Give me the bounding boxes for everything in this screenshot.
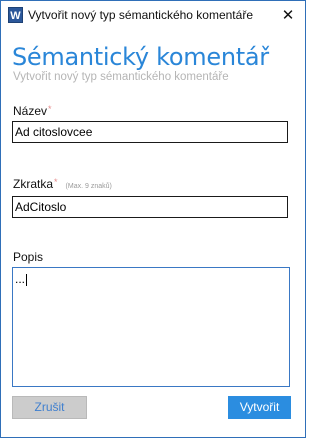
create-button[interactable]: Vytvořit: [228, 396, 291, 419]
abbreviation-label-text: Zkratka: [13, 177, 54, 191]
description-label: Popis: [13, 250, 44, 264]
name-required-mark: *: [48, 104, 52, 114]
name-field[interactable]: Ad citoslovcee: [12, 121, 288, 143]
word-app-icon: W: [8, 7, 23, 23]
abbreviation-required-mark: *: [54, 177, 58, 187]
name-label: Název*: [13, 104, 52, 118]
dialog-subheading: Vytvořit nový typ sémantického komentáře: [13, 71, 229, 83]
abbreviation-hint: (Max. 9 znaků): [65, 183, 112, 190]
close-icon[interactable]: ✕: [271, 1, 305, 29]
name-label-text: Název: [13, 104, 48, 118]
dialog-window: W Vytvořit nový typ sémantického komentá…: [0, 0, 306, 438]
window-title: Vytvořit nový typ sémantického komentáře: [28, 8, 253, 22]
dialog-heading: Sémantický komentář: [12, 43, 269, 71]
description-text: ...: [15, 272, 26, 286]
abbreviation-field[interactable]: AdCitoslo: [12, 196, 288, 218]
abbreviation-label: Zkratka* (Max. 9 znaků): [13, 177, 112, 191]
title-bar[interactable]: W Vytvořit nový typ sémantického komentá…: [1, 1, 305, 31]
text-caret: [26, 273, 28, 286]
cancel-button[interactable]: Zrušit: [12, 396, 87, 419]
description-textarea[interactable]: ...: [12, 267, 290, 387]
